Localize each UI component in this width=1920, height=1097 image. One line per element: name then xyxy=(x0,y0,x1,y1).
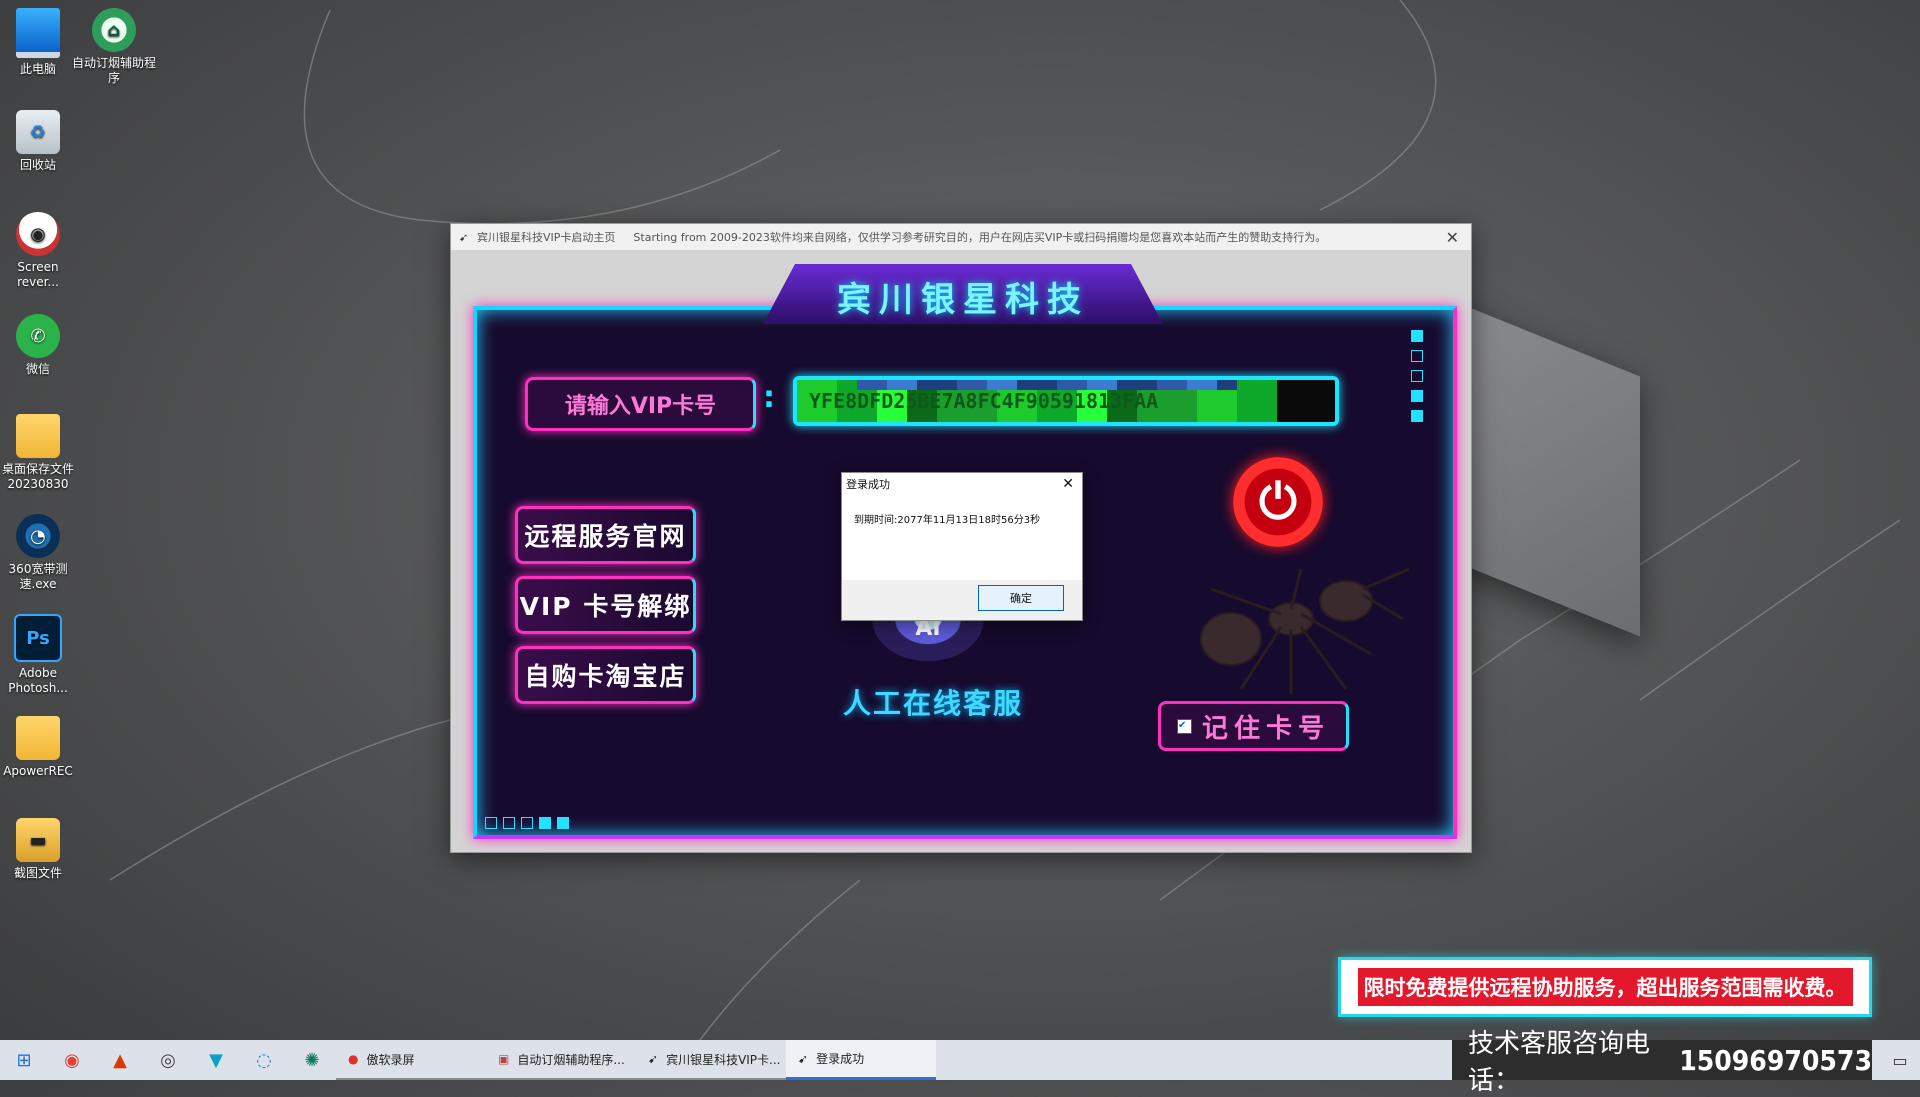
taskbar-item-label: 傲软录屏 xyxy=(366,1052,415,1067)
power-button[interactable]: ⏻ xyxy=(1233,457,1323,547)
desktop-icon-photoshop[interactable]: Ps Adobe Photosh... xyxy=(0,614,80,696)
desktop-icon-apowerrec[interactable]: ApowerREC xyxy=(0,716,80,779)
taskbar-item-label: 登录成功 xyxy=(816,1052,865,1066)
chat-icon[interactable]: ◌ xyxy=(240,1040,288,1080)
desktop-icon-360-speedtest[interactable]: ◔ 360宽带测速.exe xyxy=(0,514,80,592)
remember-checkbox[interactable]: ✔ xyxy=(1176,718,1192,734)
dialog-title: 登录成功 xyxy=(846,478,890,491)
recorder-icon: ● xyxy=(348,1052,359,1066)
app-icon: ➹ xyxy=(648,1052,659,1066)
desktop-icon-label: 截图文件 xyxy=(13,866,62,880)
start-icon[interactable]: ⊞ xyxy=(0,1040,48,1080)
computer-icon xyxy=(16,8,60,58)
hotline-number: 15096970573 xyxy=(1679,1043,1872,1077)
indicator-dot xyxy=(1411,370,1423,382)
support-hotline-overlay: 技术客服咨询电话： 15096970573 xyxy=(1452,1029,1872,1096)
hotline-label: 技术客服咨询电话： xyxy=(1468,1029,1651,1096)
remember-label: 记住卡号 xyxy=(1201,713,1330,744)
vip-card-field[interactable] xyxy=(793,376,1339,426)
indicator-dot xyxy=(1411,390,1423,402)
tobacco-helper-icon: ⌂ xyxy=(92,8,136,52)
brand-title: 宾川银星科技 xyxy=(837,280,1089,320)
app-icon: ➹ xyxy=(798,1051,809,1066)
taskbar-item-recorder[interactable]: ● 傲软录屏 xyxy=(336,1040,486,1080)
vip-card-input[interactable] xyxy=(797,380,1335,422)
indicator-dot xyxy=(485,817,497,829)
app-icon: ➹ xyxy=(459,230,469,244)
ant-image xyxy=(1200,567,1410,694)
folder-icon xyxy=(16,414,60,458)
desktop-icon-screen-recorder[interactable]: ◉ Screen rever... xyxy=(0,212,80,290)
remote-service-button[interactable]: 远程服务官网 xyxy=(515,506,696,564)
dialog-message: 到期时间:2077年11月13日18时56分3秒 xyxy=(854,515,1041,526)
taskbar-item-login-success[interactable]: ➹ 登录成功 xyxy=(786,1040,936,1080)
indicator-dot xyxy=(539,817,551,829)
window-close-button[interactable]: ✕ xyxy=(1442,228,1463,247)
indicator-dot xyxy=(1411,330,1423,342)
taskbar-item-label: 宾川银星科技VIP卡... xyxy=(666,1052,781,1067)
folder-icon xyxy=(16,716,60,760)
promo-banner: 限时免费提供远程协助服务，超出服务范围需收费。 xyxy=(1338,957,1872,1017)
screenshot-folder-icon: ▬ xyxy=(16,818,60,862)
desktop-icon-label: Adobe Photosh... xyxy=(8,666,68,695)
desktop-icon-wechat[interactable]: ✆ 微信 xyxy=(0,314,80,377)
desktop-icon-label: 自动订烟辅助程序 xyxy=(72,56,157,85)
online-service-link[interactable]: 人工在线客服 xyxy=(823,682,1043,722)
colon-separator: : xyxy=(763,380,775,415)
taskbar-item-label: 自动订烟辅助程序... xyxy=(517,1052,625,1067)
indicator-dot xyxy=(503,817,515,829)
dialog-titlebar[interactable]: 登录成功 ✕ xyxy=(842,473,1082,495)
window-titlebar[interactable]: ➹ 宾川银星科技VIP卡启动主页 Starting from 2009-2023… xyxy=(451,224,1471,250)
desktop-icon-label: ApowerREC xyxy=(3,764,73,778)
indicator-dot xyxy=(1411,410,1423,422)
bottom-indicator-dots xyxy=(485,817,569,829)
speedtest-icon: ◔ xyxy=(16,514,60,558)
dialog-footer: 确定 xyxy=(842,580,1082,620)
desktop-icon-recycle-bin[interactable]: ♻ 回收站 xyxy=(0,110,80,173)
desktop-icon-saved-files[interactable]: 桌面保存文件20230830 xyxy=(0,414,80,492)
desktop-icon-screenshot-files[interactable]: ▬ 截图文件 xyxy=(0,818,80,881)
settings-icon[interactable]: ✺ xyxy=(288,1040,336,1080)
login-success-dialog: 登录成功 ✕ 到期时间:2077年11月13日18时56分3秒 确定 xyxy=(841,472,1083,621)
vip-unbind-button[interactable]: VIP 卡号解绑 xyxy=(515,576,696,634)
desktop-icon-label: 此电脑 xyxy=(19,62,56,76)
desktop-icon-tobacco-helper[interactable]: ⌂ 自动订烟辅助程序 xyxy=(72,8,156,86)
desktop-icon-label: Screen rever... xyxy=(17,260,59,289)
desktop-icon-label: 微信 xyxy=(25,362,50,376)
recycle-bin-icon: ♻ xyxy=(16,110,60,154)
photoshop-icon: Ps xyxy=(14,614,62,662)
indicator-dot xyxy=(1411,350,1423,362)
vip-card-label: 请输入VIP卡号 xyxy=(525,377,756,431)
desktop-icon-label: 回收站 xyxy=(19,158,56,172)
power-icon: ⏻ xyxy=(1259,473,1297,530)
tobacco-helper-icon: ▣ xyxy=(498,1052,510,1066)
desktop-icon-label: 桌面保存文件20230830 xyxy=(1,462,74,491)
indicator-dot xyxy=(557,817,569,829)
office-icon[interactable]: ▲ xyxy=(96,1040,144,1080)
screen-recorder-icon: ◉ xyxy=(16,212,60,256)
side-indicator-dots xyxy=(1411,330,1423,422)
vpn-icon[interactable]: ▼ xyxy=(192,1040,240,1080)
taskbar-item-tobacco-helper[interactable]: ▣ 自动订烟辅助程序... xyxy=(486,1040,636,1080)
window-title: 宾川银星科技VIP卡启动主页 xyxy=(477,231,616,244)
chrome-icon[interactable]: ◉ xyxy=(48,1040,96,1080)
taobao-shop-button[interactable]: 自购卡淘宝店 xyxy=(515,646,696,704)
browser-icon[interactable]: ◎ xyxy=(144,1040,192,1080)
dialog-ok-button[interactable]: 确定 xyxy=(978,585,1064,611)
promo-text: 限时免费提供远程协助服务，超出服务范围需收费。 xyxy=(1357,968,1853,1006)
notification-icon[interactable]: ▭ xyxy=(1880,1040,1920,1080)
dialog-close-icon[interactable]: ✕ xyxy=(1058,476,1078,492)
remember-card-toggle[interactable]: ✔ 记住卡号 xyxy=(1158,701,1349,751)
desktop-icon-label: 360宽带测速.exe xyxy=(8,562,68,591)
taskbar-item-vip-launcher[interactable]: ➹ 宾川银星科技VIP卡... xyxy=(636,1040,786,1080)
wechat-icon: ✆ xyxy=(16,314,60,358)
window-subtitle: Starting from 2009-2023软件均来自网络，仅供学习参考研究目… xyxy=(633,231,1327,244)
desktop-icon-this-pc[interactable]: 此电脑 xyxy=(0,8,80,77)
indicator-dot xyxy=(521,817,533,829)
